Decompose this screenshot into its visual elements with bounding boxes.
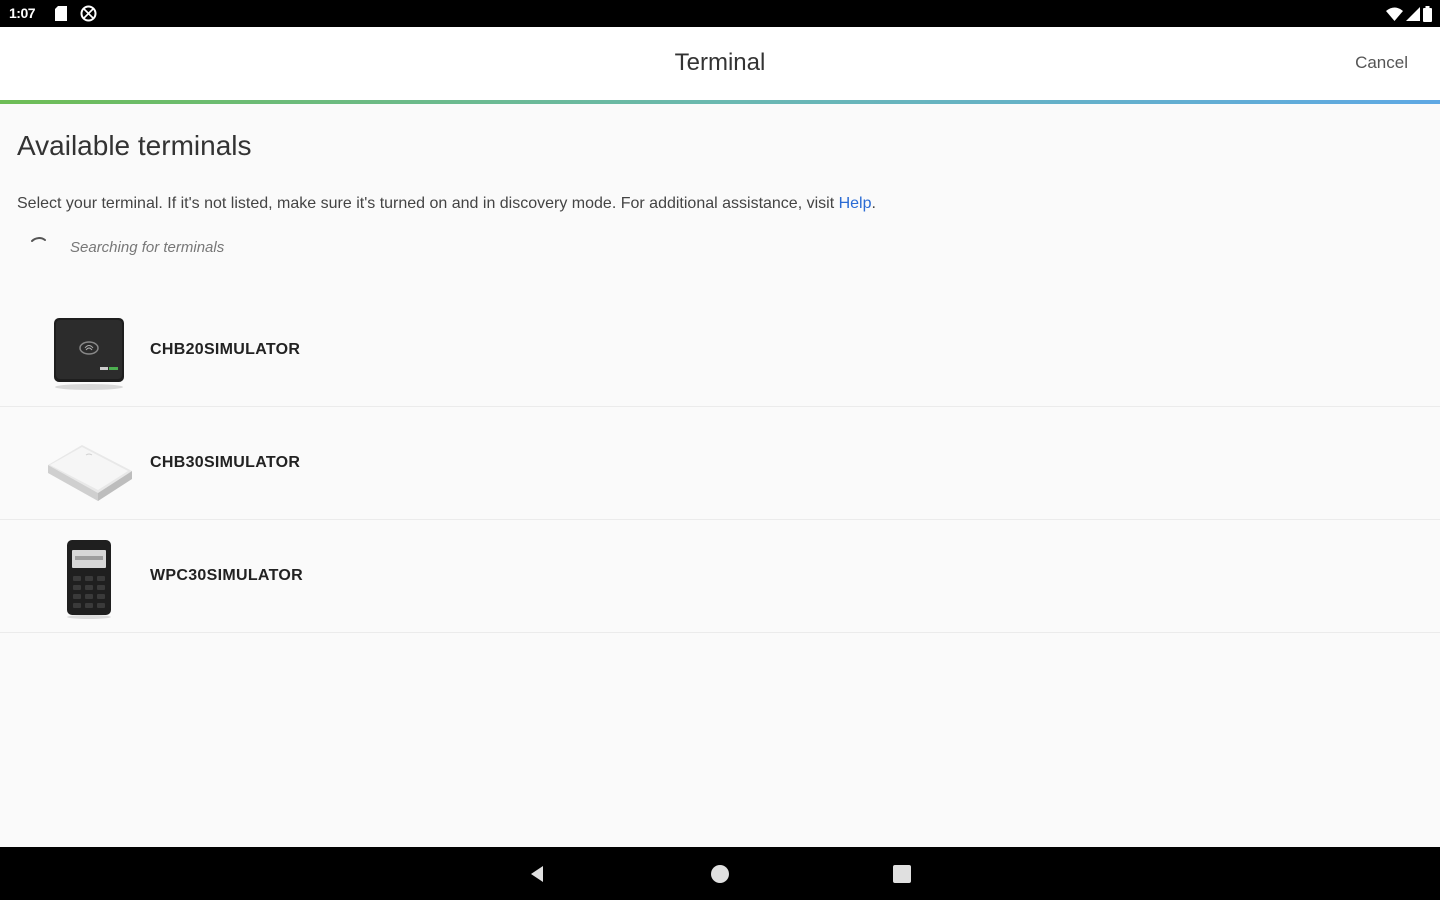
home-button[interactable] — [690, 847, 750, 900]
app-bar: Terminal Cancel — [0, 27, 1440, 100]
system-nav-bar — [0, 847, 1440, 900]
section-heading: Available terminals — [17, 130, 252, 161]
status-bar: 1:07 — [0, 0, 1440, 27]
wifi-icon — [1386, 7, 1403, 21]
status-icons — [1386, 5, 1432, 22]
back-button[interactable] — [508, 847, 568, 900]
searching-text: Searching for terminals — [70, 238, 225, 256]
card-reader-white-icon — [48, 445, 132, 501]
page-title: Terminal — [674, 49, 766, 76]
terminal-item[interactable]: CHB30SIMULATOR — [0, 407, 1440, 520]
terminal-list: CHB20SIMULATOR CHB30SIMULATOR WPC30SIMUL… — [0, 294, 1440, 633]
terminal-item[interactable]: CHB20SIMULATOR — [0, 294, 1440, 407]
overview-button[interactable] — [872, 847, 932, 900]
terminal-name: CHB30SIMULATOR — [150, 454, 301, 471]
status-time: 1:07 — [9, 5, 36, 21]
help-link[interactable]: Help — [839, 195, 872, 212]
cancel-button[interactable]: Cancel — [1355, 53, 1408, 73]
terminal-item[interactable]: WPC30SIMULATOR — [0, 520, 1440, 633]
battery-icon — [1423, 5, 1432, 22]
accent-divider — [0, 100, 1440, 104]
instructions-period: . — [871, 195, 876, 212]
sd-card-icon — [55, 6, 67, 21]
recents-square-icon — [893, 864, 911, 883]
terminal-name: CHB20SIMULATOR — [150, 341, 301, 358]
data-saver-icon — [80, 5, 97, 22]
cell-signal-icon — [1406, 6, 1420, 21]
pin-pad-terminal-icon — [67, 540, 111, 619]
back-triangle-icon — [531, 865, 543, 882]
searching-indicator: Searching for terminals — [28, 236, 224, 258]
terminal-name: WPC30SIMULATOR — [150, 567, 303, 584]
instructions-body: Select your terminal. If it's not listed… — [17, 195, 839, 212]
home-circle-icon — [711, 864, 729, 883]
card-reader-black-icon — [54, 318, 124, 390]
instructions-text: Select your terminal. If it's not listed… — [17, 195, 876, 213]
loading-spinner-icon — [31, 237, 46, 242]
